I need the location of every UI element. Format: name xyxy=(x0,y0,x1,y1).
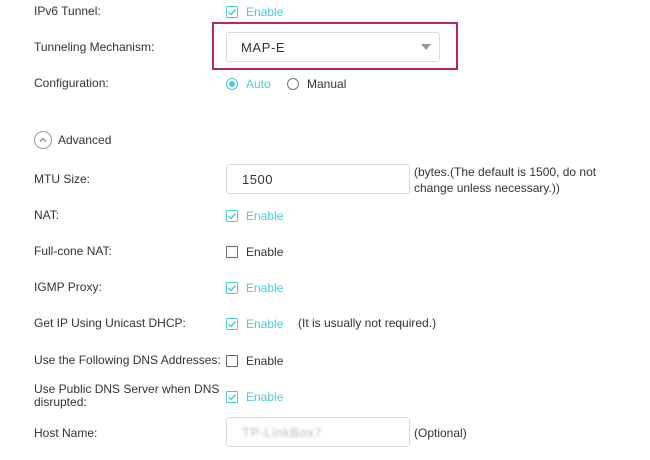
advanced-toggle[interactable]: Advanced xyxy=(34,131,111,149)
public-dns-enable-label: Enable xyxy=(246,390,284,404)
configuration-auto-radio[interactable]: Auto xyxy=(226,77,271,91)
host-name-input[interactable]: TP-LinkBox7 xyxy=(226,417,410,447)
chevron-up-icon xyxy=(34,131,52,149)
checkbox-checked-icon xyxy=(226,391,238,403)
ipv6-tunnel-enable-label: Enable xyxy=(246,5,284,19)
tunneling-mechanism-value: MAP-E xyxy=(241,39,286,55)
tunneling-mechanism-label: Tunneling Mechanism: xyxy=(34,40,155,54)
configuration-manual-radio[interactable]: Manual xyxy=(287,77,346,91)
checkbox-unchecked-icon xyxy=(226,246,238,258)
nat-checkbox[interactable]: Enable xyxy=(226,209,283,223)
full-cone-nat-enable-label: Enable xyxy=(246,245,284,259)
full-cone-nat-checkbox[interactable]: Enable xyxy=(226,245,283,259)
ipv6-tunnel-label: IPv6 Tunnel: xyxy=(34,4,101,18)
configuration-label: Configuration: xyxy=(34,76,109,90)
dns-addresses-label: Use the Following DNS Addresses: xyxy=(34,353,221,367)
checkbox-checked-icon xyxy=(226,6,238,18)
unicast-dhcp-hint: (It is usually not required.) xyxy=(298,316,437,330)
igmp-proxy-checkbox[interactable]: Enable xyxy=(226,281,283,295)
auto-option-label: Auto xyxy=(246,77,271,91)
dns-addresses-checkbox[interactable]: Enable xyxy=(226,354,283,368)
advanced-label: Advanced xyxy=(58,133,112,147)
checkbox-unchecked-icon xyxy=(226,355,238,367)
nat-label: NAT: xyxy=(34,208,60,222)
host-name-label: Host Name: xyxy=(34,426,98,440)
public-dns-label: Use Public DNS Server when DNS disrupted… xyxy=(34,382,220,409)
checkbox-checked-icon xyxy=(226,318,238,330)
mtu-size-value: 1500 xyxy=(242,171,273,187)
host-name-value: TP-LinkBox7 xyxy=(242,424,322,440)
radio-unselected-icon xyxy=(287,78,299,90)
chevron-down-icon xyxy=(421,44,431,50)
mtu-hint-line2: change unless necessary.)) xyxy=(414,181,560,195)
tunneling-mechanism-select[interactable]: MAP-E xyxy=(226,32,440,62)
ipv6-tunnel-checkbox[interactable]: Enable xyxy=(226,5,283,19)
nat-enable-label: Enable xyxy=(246,209,284,223)
full-cone-nat-label: Full-cone NAT: xyxy=(34,244,112,258)
checkbox-checked-icon xyxy=(226,282,238,294)
mtu-hint-line1: (bytes.(The default is 1500, do not xyxy=(414,165,597,179)
manual-option-label: Manual xyxy=(307,77,347,91)
unicast-dhcp-enable-label: Enable xyxy=(246,317,284,331)
radio-selected-icon xyxy=(226,78,238,90)
dns-addresses-enable-label: Enable xyxy=(246,354,284,368)
igmp-proxy-label: IGMP Proxy: xyxy=(34,280,102,294)
mtu-size-input[interactable]: 1500 xyxy=(226,164,410,194)
public-dns-checkbox[interactable]: Enable xyxy=(226,390,283,404)
igmp-proxy-enable-label: Enable xyxy=(246,281,284,295)
mtu-size-label: MTU Size: xyxy=(34,172,91,186)
mtu-hint: (bytes.(The default is 1500, do not chan… xyxy=(414,164,596,196)
host-name-hint: (Optional) xyxy=(414,426,467,440)
checkbox-checked-icon xyxy=(226,210,238,222)
unicast-dhcp-checkbox[interactable]: Enable xyxy=(226,317,283,331)
unicast-dhcp-label: Get IP Using Unicast DHCP: xyxy=(34,316,186,330)
